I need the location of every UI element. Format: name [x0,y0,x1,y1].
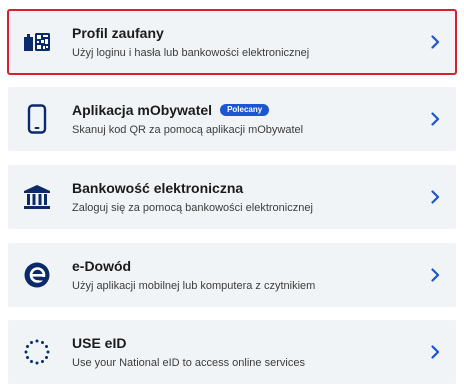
chevron-right-icon [428,109,442,129]
option-description: Zaloguj się za pomocą bankowości elektro… [72,202,313,214]
option-title: Profil zaufany [72,25,164,41]
option-description: Skanuj kod QR za pomocą aplikacji mObywa… [72,124,304,136]
login-option-mobywatel[interactable]: Aplikacja mObywatel Polecany Skanuj kod … [8,87,456,151]
recommended-badge: Polecany [220,104,270,116]
option-title: USE eID [72,335,127,351]
chevron-right-icon [428,32,442,52]
login-option-use-eid[interactable]: USE eID Use your National eID to access … [8,320,456,384]
option-description: Użyj aplikacji mobilnej lub komputera z … [72,280,316,292]
chevron-right-icon [428,187,442,207]
login-option-online-banking[interactable]: Bankowość elektroniczna Zaloguj się za p… [8,165,456,229]
trusted-profile-icon [22,25,52,59]
option-title: e-Dowód [72,258,132,274]
login-option-e-id-card[interactable]: e-Dowód Użyj aplikacji mobilnej lub komp… [8,243,456,307]
login-option-trusted-profile[interactable]: Profil zaufany Użyj loginu i hasła lub b… [7,9,457,75]
smartphone-icon [22,102,52,136]
chevron-right-icon [428,265,442,285]
option-description: Użyj loginu i hasła lub bankowości elekt… [72,47,310,59]
bank-icon [22,180,52,214]
option-title: Aplikacja mObywatel [72,102,213,118]
e-id-card-icon [22,258,52,292]
eu-stars-icon [22,335,52,369]
option-title: Bankowość elektroniczna [72,180,244,196]
chevron-right-icon [428,342,442,362]
option-description: Use your National eID to access online s… [72,357,305,369]
